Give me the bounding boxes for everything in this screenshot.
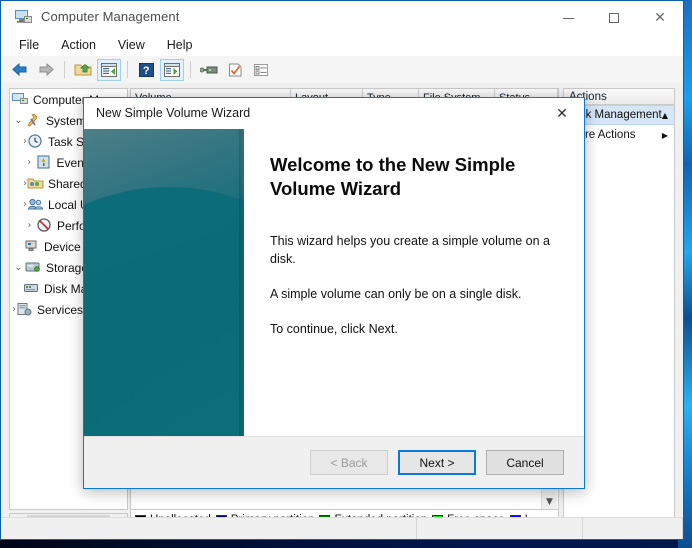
help-icon[interactable]: ? (134, 59, 158, 81)
wizard-title: New Simple Volume Wizard (96, 106, 250, 120)
wizard-close-button[interactable]: ✕ (540, 98, 584, 129)
menu-item-action[interactable]: Action (55, 36, 106, 55)
show-hide-action-pane-icon[interactable] (160, 59, 184, 81)
tree-twisty[interactable]: › (23, 157, 36, 168)
status-section-main (1, 518, 417, 539)
wizard-paragraph-3: To continue, click Next. (270, 320, 562, 338)
new-simple-volume-wizard-dialog: New Simple Volume Wizard ✕ Welcome to th… (83, 97, 585, 489)
back-button[interactable]: < Back (310, 450, 388, 475)
wizard-heading: Welcome to the New Simple Volume Wizard (270, 153, 562, 202)
chevron-up-icon[interactable]: ▲ (662, 111, 668, 120)
refresh-icon[interactable] (223, 59, 247, 81)
close-button[interactable]: ✕ (637, 1, 683, 35)
banner-arc-shape (84, 187, 244, 436)
wizard-titlebar: New Simple Volume Wizard ✕ (84, 98, 584, 129)
status-section-secondary (417, 518, 583, 539)
status-bar (1, 517, 683, 539)
toolbar-separator (64, 61, 65, 78)
storage-icon (25, 260, 42, 275)
forward-arrow-icon[interactable] (34, 59, 58, 81)
properties-icon[interactable] (197, 59, 221, 81)
shared-folders-icon (27, 176, 44, 191)
menu-item-file[interactable]: File (13, 36, 49, 55)
toolbar: ? (1, 56, 683, 84)
device-manager-icon (23, 239, 40, 254)
computer-icon (12, 92, 29, 107)
computer-management-window: Computer Management ✕ File Action View H… (0, 0, 684, 540)
menu-bar: File Action View Help (1, 35, 683, 56)
services-icon (16, 302, 33, 317)
tree-twisty[interactable]: ⌄ (12, 262, 25, 273)
window-titlebar: Computer Management ✕ (1, 1, 683, 35)
menu-item-help[interactable]: Help (161, 36, 203, 55)
toolbar-separator (127, 61, 128, 78)
system-tools-icon (25, 113, 42, 128)
menu-item-view[interactable]: View (112, 36, 155, 55)
users-icon (27, 197, 44, 212)
minimize-button[interactable] (545, 1, 591, 35)
tree-twisty[interactable]: › (23, 220, 36, 231)
computer-management-icon (15, 9, 33, 25)
up-folder-icon[interactable] (71, 59, 95, 81)
wizard-footer: < Back Next > Cancel (84, 436, 584, 488)
wizard-banner-image (84, 129, 244, 436)
next-button[interactable]: Next > (398, 450, 476, 475)
maximize-button[interactable] (591, 1, 637, 35)
wizard-body: Welcome to the New Simple Volume Wizard … (84, 129, 584, 436)
wizard-paragraph-1: This wizard helps you create a simple vo… (270, 232, 562, 268)
clock-icon (27, 134, 44, 149)
disk-management-icon (23, 281, 40, 296)
show-hide-console-tree-icon[interactable] (97, 59, 121, 81)
export-list-icon[interactable] (249, 59, 273, 81)
banner-edge-shadow (239, 129, 244, 436)
tree-item-label: Storage (46, 261, 88, 275)
window-title: Computer Management (41, 9, 179, 24)
wizard-paragraph-2: A simple volume can only be on a single … (270, 285, 562, 303)
svg-text:?: ? (142, 65, 149, 77)
chevron-right-icon[interactable]: ▶ (662, 131, 668, 140)
cancel-button[interactable]: Cancel (486, 450, 564, 475)
back-arrow-icon[interactable] (8, 59, 32, 81)
event-viewer-icon (36, 155, 53, 170)
performance-icon (36, 218, 53, 233)
status-section-tertiary (583, 518, 683, 539)
toolbar-separator (190, 61, 191, 78)
tree-twisty[interactable]: ⌄ (12, 115, 25, 126)
scroll-down-arrow-icon[interactable]: ▼ (542, 494, 557, 509)
window-controls: ✕ (545, 1, 683, 35)
wizard-content: Welcome to the New Simple Volume Wizard … (244, 129, 584, 436)
